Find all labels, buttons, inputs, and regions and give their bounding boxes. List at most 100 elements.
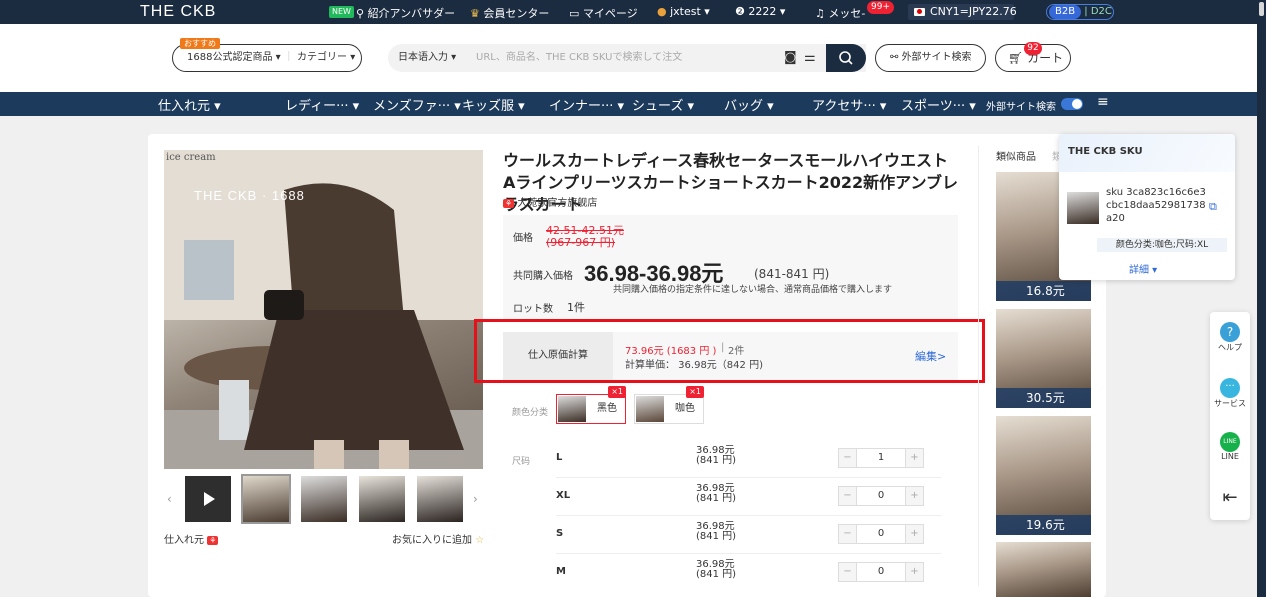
nav-mens[interactable]: メンズファ··· ▾: [373, 95, 461, 114]
color-name: 咖色: [675, 403, 695, 414]
nav-external-label: 外部サイト検索: [986, 102, 1056, 113]
chat-icon: ···: [1220, 378, 1240, 398]
thumbnail-4[interactable]: [417, 476, 463, 522]
line-button[interactable]: LINE LINE: [1210, 432, 1250, 461]
increment-button[interactable]: +: [905, 487, 923, 505]
nav-shoes[interactable]: シューズ ▾: [632, 95, 694, 114]
thumbnail-strip: ‹ ›: [164, 474, 483, 524]
quantity-stepper: −1 +: [838, 448, 924, 468]
decrement-button[interactable]: −: [839, 487, 857, 505]
sku-thumbnail: [1067, 192, 1099, 224]
quantity-value[interactable]: 0: [857, 487, 905, 505]
thumbnail-1[interactable]: [241, 474, 291, 524]
video-thumbnail[interactable]: [185, 476, 231, 522]
similar-title: 類似商品: [996, 152, 1036, 163]
size-label: 尺码: [512, 457, 531, 467]
color-swatch-black: [558, 396, 586, 422]
size-price-jpy: (841 円): [696, 569, 737, 580]
d2c-option[interactable]: D2C: [1091, 6, 1112, 17]
similar-price: 19.6元: [996, 515, 1091, 535]
top-bar: THE CKB NEW ⚲ 紹介アンバサダー ♛ 会員センター ▭ マイページ …: [0, 0, 1266, 24]
nav-ladies[interactable]: レディー··· ▾: [285, 95, 359, 114]
monitor-icon: ▭: [569, 7, 583, 20]
shop-name[interactable]: ⚘ 大菀家官方旗舰店: [503, 194, 597, 209]
points-menu[interactable]: ❷ 2222 ▾: [735, 5, 785, 18]
ambassador-link[interactable]: ⚲ 紹介アンバサダー: [356, 5, 455, 21]
sku-code: sku 3ca823c16c6e3cbc18daa52981738a20: [1106, 187, 1206, 224]
corner-text: ice cream: [166, 152, 216, 163]
cart-icon: 🛒︎: [1008, 51, 1028, 65]
price-block: 価格 42.51-42.51元 (967-967 円) 共同購入価格 36.98…: [503, 215, 958, 319]
link-icon: ⚯: [890, 52, 902, 63]
b2b-option[interactable]: B2B: [1049, 5, 1082, 19]
search-input[interactable]: 日本语入力 ▾ URL、商品名、THE CKB SKUで検索して注文 ◙ ⚌: [388, 44, 866, 72]
quantity-stepper: −0 +: [838, 562, 924, 582]
increment-button[interactable]: +: [905, 449, 923, 467]
mode-switch[interactable]: B2B | D2C: [1046, 4, 1114, 20]
color-label: 颜色分类: [512, 408, 549, 418]
my-page-link[interactable]: ▭ マイページ: [569, 5, 638, 21]
group-price-label: 共同購入価格: [513, 271, 573, 282]
next-arrow-icon[interactable]: ›: [473, 492, 478, 506]
decrement-button[interactable]: −: [839, 563, 857, 581]
similar-item[interactable]: 30.5元: [996, 309, 1091, 408]
supplier-link[interactable]: 仕入れ元 ⚘: [164, 531, 219, 546]
sku-spec: 颜色分类:咖色;尺码:XL: [1097, 238, 1227, 252]
decrement-button[interactable]: −: [839, 525, 857, 543]
favorite-button[interactable]: お気に入りに追加 ☆: [392, 531, 484, 546]
external-search-toggle[interactable]: [1061, 98, 1083, 110]
filter-icon[interactable]: ⚌: [804, 44, 816, 72]
menu-icon[interactable]: ≡: [1097, 94, 1109, 110]
decrement-button[interactable]: −: [839, 449, 857, 467]
color-option-black[interactable]: 黑色 ×1: [556, 386, 626, 424]
quantity-stepper: −0 +: [838, 486, 924, 506]
color-name: 黑色: [597, 403, 617, 414]
similar-item[interactable]: 19.6元: [996, 416, 1091, 535]
group-price-jpy: (841-841 円): [754, 267, 830, 281]
nav-bags[interactable]: バッグ ▾: [724, 95, 774, 114]
japan-flag-icon: [914, 8, 925, 16]
price-label: 価格: [513, 233, 533, 244]
crown-icon: ♛: [470, 7, 484, 20]
nav-accessories[interactable]: アクセサ··· ▾: [812, 95, 886, 114]
nav-kids[interactable]: キッズ服 ▾: [462, 95, 525, 114]
increment-button[interactable]: +: [905, 525, 923, 543]
nav-sports[interactable]: スポーツ··· ▾: [901, 95, 976, 114]
message-link[interactable]: ♫ メッセ-: [815, 5, 865, 21]
quantity-value[interactable]: 0: [857, 525, 905, 543]
site-logo[interactable]: THE CKB: [140, 3, 216, 21]
scrollbar[interactable]: [1257, 0, 1266, 597]
star-icon: ☆: [475, 535, 485, 546]
camera-icon[interactable]: ◙: [784, 44, 797, 72]
nav-suppliers[interactable]: 仕入れ元 ▾: [158, 95, 221, 114]
category-dropdown[interactable]: カテゴリー ▾: [297, 52, 355, 63]
lot-label: ロット数: [513, 304, 553, 315]
copy-icon[interactable]: ⧉: [1209, 200, 1217, 214]
similar-price: 16.8元: [996, 281, 1091, 301]
avatar-icon: ●: [657, 5, 671, 18]
increment-button[interactable]: +: [905, 563, 923, 581]
person-icon: ⚲: [356, 7, 368, 20]
search-button[interactable]: [826, 44, 866, 72]
side-toolbar: ? ヘルプ ··· サービス LINE LINE ⇤: [1210, 312, 1250, 520]
nav-inner[interactable]: インナー··· ▾: [549, 95, 624, 114]
thumbnail-3[interactable]: [359, 476, 405, 522]
help-button[interactable]: ? ヘルプ: [1210, 322, 1250, 353]
new-badge: NEW: [329, 6, 354, 18]
certified-dropdown[interactable]: 1688公式認定商品 ▾: [187, 52, 281, 63]
lot-value: 1件: [567, 301, 585, 314]
prev-arrow-icon[interactable]: ‹: [167, 492, 172, 506]
user-menu[interactable]: ● jxtest ▾: [657, 5, 710, 18]
collapse-icon[interactable]: ⇤: [1210, 488, 1250, 508]
language-dropdown[interactable]: 日本语入力 ▾: [398, 44, 456, 72]
similar-item[interactable]: [996, 542, 1091, 597]
color-option-brown[interactable]: 咖色 ×1: [634, 386, 704, 424]
external-search-button[interactable]: ⚯ 外部サイト検索: [875, 44, 986, 72]
highlight-frame: [474, 319, 985, 383]
quantity-value[interactable]: 0: [857, 563, 905, 581]
thumbnail-2[interactable]: [301, 476, 347, 522]
quantity-value[interactable]: 1: [857, 449, 905, 467]
member-center-link[interactable]: ♛ 会員センター: [470, 5, 549, 21]
service-button[interactable]: ··· サービス: [1210, 378, 1250, 409]
sku-detail-link[interactable]: 詳細 ▾: [1129, 261, 1157, 276]
